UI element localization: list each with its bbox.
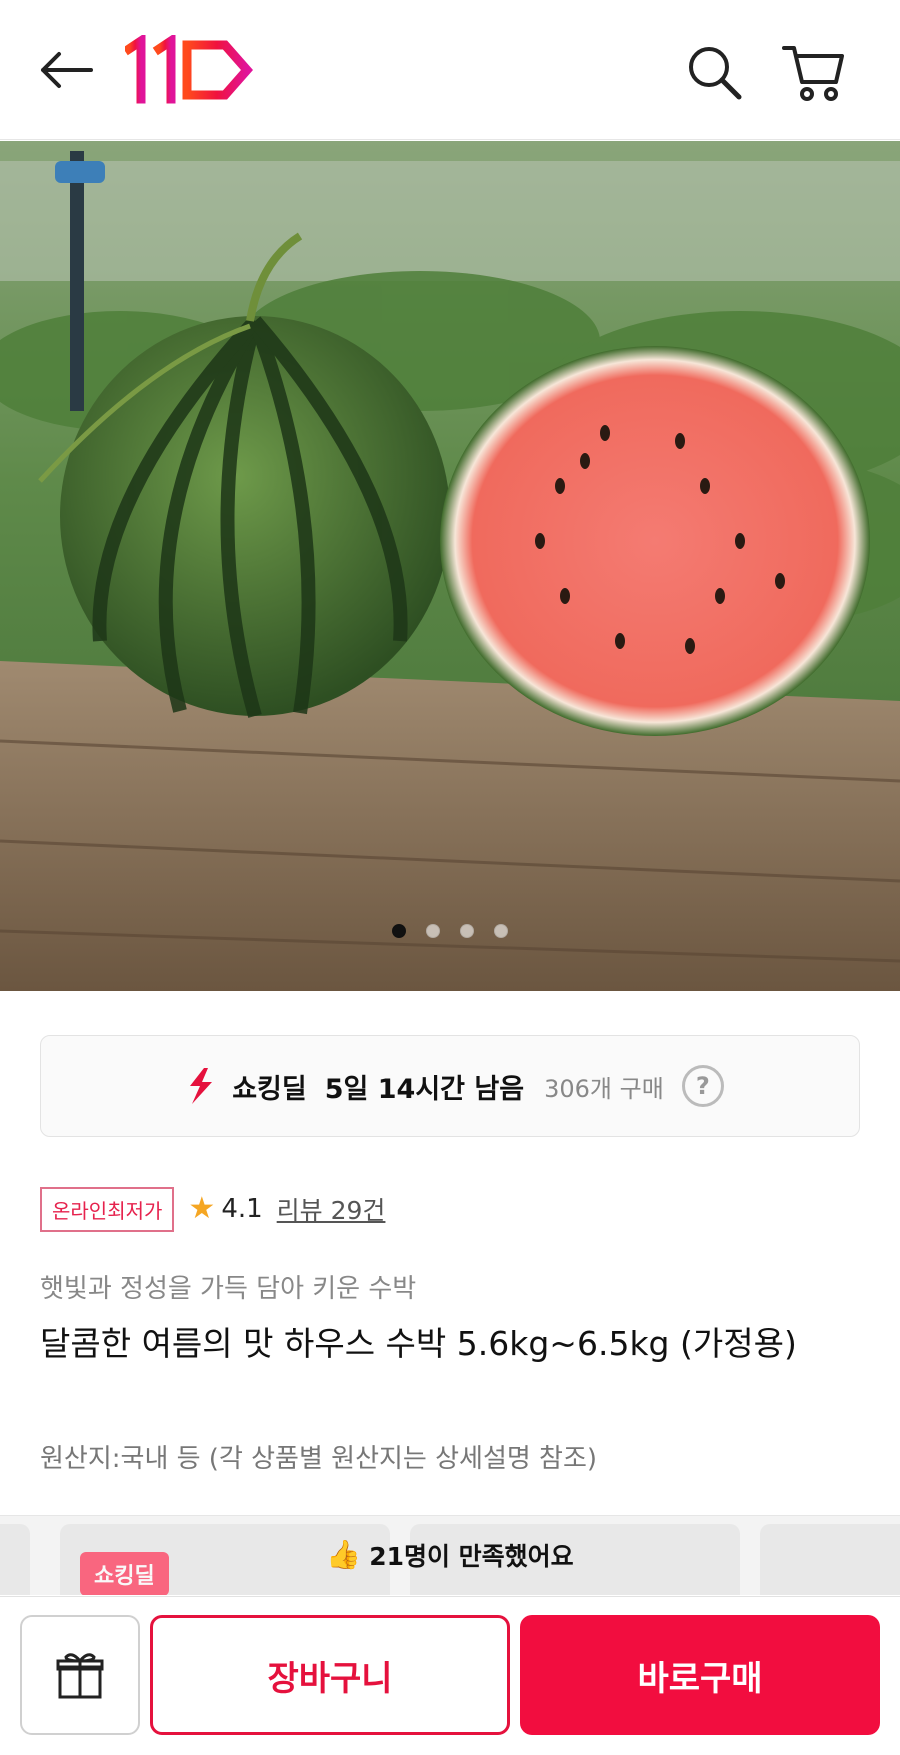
arrow-left-icon <box>41 52 93 88</box>
product-subtitle: 햇빛과 정성을 가득 담아 키운 수박 <box>40 1274 417 1304</box>
product-origin: 원산지:국내 등 (각 상품별 원산지는 상세설명 참조) <box>40 1444 598 1474</box>
satisfaction-row: 👍 21명이 만족했어요 <box>0 1515 900 1595</box>
cart-button[interactable] <box>775 38 850 108</box>
star-icon: ★ <box>188 1191 216 1226</box>
image-pagination <box>0 921 900 941</box>
deal-time-left: 5일 14시간 남음 <box>324 1073 525 1105</box>
pagination-dot[interactable] <box>426 924 440 938</box>
product-title: 달콤한 여름의 맛 하우스 수박 5.6kg~6.5kg (가정용) <box>40 1324 797 1363</box>
top-header <box>0 0 900 140</box>
cart-icon <box>781 46 844 101</box>
help-button[interactable]: ? <box>681 1065 724 1107</box>
lowest-price-badge: 온라인최저가 <box>40 1186 175 1232</box>
pagination-dot[interactable] <box>494 924 508 938</box>
search-icon <box>689 47 742 100</box>
11st-logo[interactable] <box>122 32 275 105</box>
add-to-cart-button[interactable]: 장바구니 <box>150 1615 510 1735</box>
back-button[interactable] <box>30 40 100 100</box>
thumbs-up-icon: 👍 <box>326 1538 362 1571</box>
rating-row: 온라인최저가 ★ 4.1 리뷰 29건 <box>40 1186 386 1232</box>
pagination-dot[interactable] <box>392 924 406 938</box>
pagination-dot[interactable] <box>460 924 474 938</box>
lightning-icon <box>190 1068 213 1104</box>
gift-button[interactable] <box>20 1615 140 1735</box>
buy-now-button[interactable]: 바로구매 <box>520 1615 880 1735</box>
purchase-count: 306개 구매 <box>544 1074 664 1103</box>
deal-label: 쇼킹딜 <box>232 1073 307 1105</box>
search-button[interactable] <box>680 38 750 108</box>
rating-value: 4.1 <box>221 1194 263 1224</box>
shocking-deal-banner: 쇼킹딜 5일 14시간 남음 306개 구매 ? <box>40 1035 860 1137</box>
purchase-bar: 장바구니 바로구매 <box>0 1596 900 1755</box>
gift-icon <box>56 1653 104 1699</box>
satisfaction-text: 21명이 만족했어요 <box>369 1542 574 1571</box>
product-image[interactable] <box>0 141 900 991</box>
review-link[interactable]: 리뷰 29건 <box>277 1191 386 1227</box>
